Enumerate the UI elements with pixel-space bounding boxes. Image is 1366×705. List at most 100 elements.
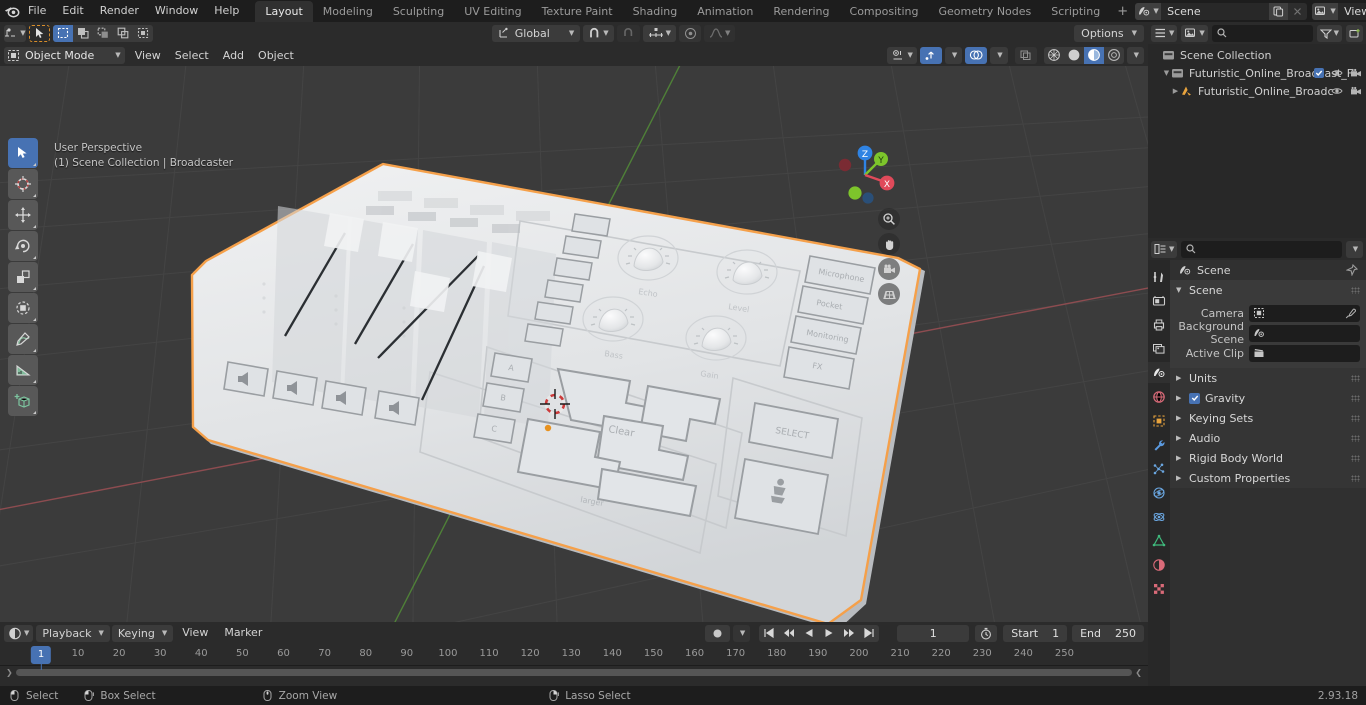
workspace-tab-sculpting[interactable]: Sculpting (383, 1, 454, 22)
workspace-tab-compositing[interactable]: Compositing (840, 1, 929, 22)
proportional-edit-toggle[interactable] (679, 24, 702, 42)
view-layer-selector[interactable]: ▼ View Layer (1312, 2, 1366, 20)
timeline-menu-marker[interactable]: Marker (217, 625, 269, 642)
select-intersect-icon[interactable] (133, 25, 153, 42)
menu-window[interactable]: Window (147, 2, 206, 20)
rendered-shading-icon[interactable] (1104, 47, 1124, 64)
expander[interactable]: ▶ (1171, 87, 1180, 95)
outliner-display-mode-dropdown[interactable]: ▼ (1181, 24, 1208, 42)
panel-header-rigid-body-world[interactable]: ▶ Rigid Body World (1170, 448, 1366, 468)
output-tab[interactable] (1148, 314, 1170, 335)
select-set-icon[interactable] (53, 24, 73, 42)
object-visibility-dropdown[interactable]: ▼ (887, 46, 917, 64)
outliner-row[interactable]: ▼ Futuristic_Online_Broadcast_F (1148, 64, 1366, 82)
material-preview-shading-icon[interactable] (1083, 46, 1104, 64)
horizontal-scrollbar[interactable] (15, 669, 1133, 676)
outliner-tree[interactable]: Scene Collection ▼ Futuristic_Online_Broad… (1148, 44, 1366, 238)
timeline-menu-playback[interactable]: Playback ▼ (36, 624, 110, 642)
pin-icon[interactable] (1346, 264, 1358, 276)
properties-menu-button[interactable]: ▼ (1346, 240, 1363, 258)
overlays-dropdown[interactable]: ▼ (990, 46, 1008, 64)
shading-dropdown[interactable]: ▼ (1126, 46, 1144, 64)
copy-icon[interactable] (1269, 2, 1289, 20)
viewport-menu-view[interactable]: View (128, 48, 168, 63)
workspace-tab-texture-paint[interactable]: Texture Paint (532, 1, 623, 22)
tool-add-cube[interactable] (8, 386, 38, 416)
timeline-menu-keying[interactable]: Keying ▼ (111, 624, 174, 642)
current-frame-field[interactable]: 1 (897, 624, 970, 642)
panel-header-units[interactable]: ▶ Units (1170, 368, 1366, 388)
chevron-right-icon[interactable]: ▶ (1176, 394, 1184, 402)
property-field-active-clip[interactable] (1249, 344, 1360, 362)
tool-cursor[interactable] (8, 169, 38, 199)
workspace-tab-shading[interactable]: Shading (623, 1, 688, 22)
tool-scale[interactable] (8, 262, 38, 292)
workspace-tab-layout[interactable]: Layout (255, 1, 313, 22)
shading-mode-group[interactable] (1043, 46, 1124, 64)
gizmo-toggle[interactable] (919, 46, 942, 64)
snap-target-dropdown[interactable] (616, 24, 640, 42)
select-extend-icon[interactable] (73, 25, 93, 42)
jump-end-button[interactable] (859, 625, 879, 642)
panel-grip[interactable] (1351, 414, 1360, 422)
outliner-row[interactable]: ▶ Futuristic_Online_Broadc (1148, 82, 1366, 100)
editor-type-properties-icon[interactable]: ▼ (1151, 240, 1178, 258)
viewport-menu-object[interactable]: Object (251, 48, 301, 63)
particles-tab[interactable] (1148, 458, 1170, 479)
render-camera-icon[interactable] (1350, 86, 1362, 96)
outliner-search-input[interactable] (1211, 24, 1313, 42)
view-layer-tab[interactable] (1148, 338, 1170, 359)
modifier-tab[interactable] (1148, 434, 1170, 455)
editor-type-outliner-icon[interactable]: ▼ (1151, 24, 1178, 42)
frame-range-start[interactable]: Start 1 (1003, 624, 1068, 642)
chevron-right-icon[interactable]: ❯ (6, 668, 13, 677)
falloff-dropdown[interactable]: ▼ (704, 24, 736, 42)
tweak-tool-icon[interactable]: ▼ (4, 24, 26, 42)
wireframe-shading-icon[interactable] (1044, 47, 1064, 64)
panel-header-keying-sets[interactable]: ▶ Keying Sets (1170, 408, 1366, 428)
menu-file[interactable]: File (20, 2, 54, 20)
scene-selector[interactable]: ▼ Scene (1135, 2, 1308, 20)
workspace-tab-animation[interactable]: Animation (687, 1, 763, 22)
workspace-tab-geometry-nodes[interactable]: Geometry Nodes (928, 1, 1041, 22)
chevron-right-icon[interactable]: ▶ (1176, 454, 1184, 462)
new-collection-icon[interactable] (1346, 24, 1363, 42)
transform-orientation-dropdown[interactable]: Global ▼ (491, 24, 581, 42)
visibility-eye-icon[interactable] (1331, 68, 1343, 78)
chevron-right-icon[interactable]: ▶ (1176, 374, 1184, 382)
panel-header-gravity[interactable]: ▶ Gravity (1170, 388, 1366, 408)
zoom-view-button[interactable] (878, 208, 900, 230)
menu-render[interactable]: Render (92, 2, 147, 20)
editor-type-timeline-icon[interactable]: ▼ (4, 624, 34, 642)
blender-logo-icon[interactable] (4, 1, 20, 21)
prev-keyframe-button[interactable] (779, 625, 799, 642)
view-layer-name-field[interactable]: View Layer (1338, 2, 1366, 20)
viewport-menu-select[interactable]: Select (168, 48, 216, 63)
jump-start-button[interactable] (759, 625, 779, 642)
snap-increment-dropdown[interactable]: ▼ (642, 24, 677, 42)
tool-transform[interactable] (8, 293, 38, 323)
chevron-left-icon[interactable]: ❮ (1135, 668, 1142, 677)
workspace-tab-rendering[interactable]: Rendering (763, 1, 839, 22)
toggle-ortho-button[interactable] (878, 283, 900, 305)
viewport-options-dropdown[interactable]: Options ▼ (1074, 24, 1144, 42)
menu-edit[interactable]: Edit (54, 2, 91, 20)
select-invert-icon[interactable] (113, 25, 133, 42)
panel-grip[interactable] (1351, 474, 1360, 482)
stopwatch-icon[interactable] (975, 624, 998, 642)
material-tab[interactable] (1148, 554, 1170, 575)
play-button[interactable] (819, 625, 839, 642)
timeline-menu-view[interactable]: View (175, 625, 215, 642)
outliner-row[interactable]: Scene Collection (1148, 46, 1366, 64)
chevron-right-icon[interactable]: ▶ (1176, 414, 1184, 422)
tool-select-box[interactable] (8, 138, 38, 168)
properties-search-input[interactable] (1181, 240, 1342, 258)
visibility-eye-icon[interactable] (1331, 86, 1343, 96)
expander[interactable]: ▼ (1162, 69, 1171, 77)
object-tab[interactable] (1148, 410, 1170, 431)
tool-rotate[interactable] (8, 231, 38, 261)
frame-range-end[interactable]: End 250 (1072, 624, 1144, 642)
collection-checkbox[interactable] (1314, 68, 1324, 78)
timeline-ruler[interactable]: 10 20 30 40 50 60 70 80 90 100 110 120 130 140 150 160 1… (0, 644, 1148, 670)
constraints-tab[interactable] (1148, 506, 1170, 527)
